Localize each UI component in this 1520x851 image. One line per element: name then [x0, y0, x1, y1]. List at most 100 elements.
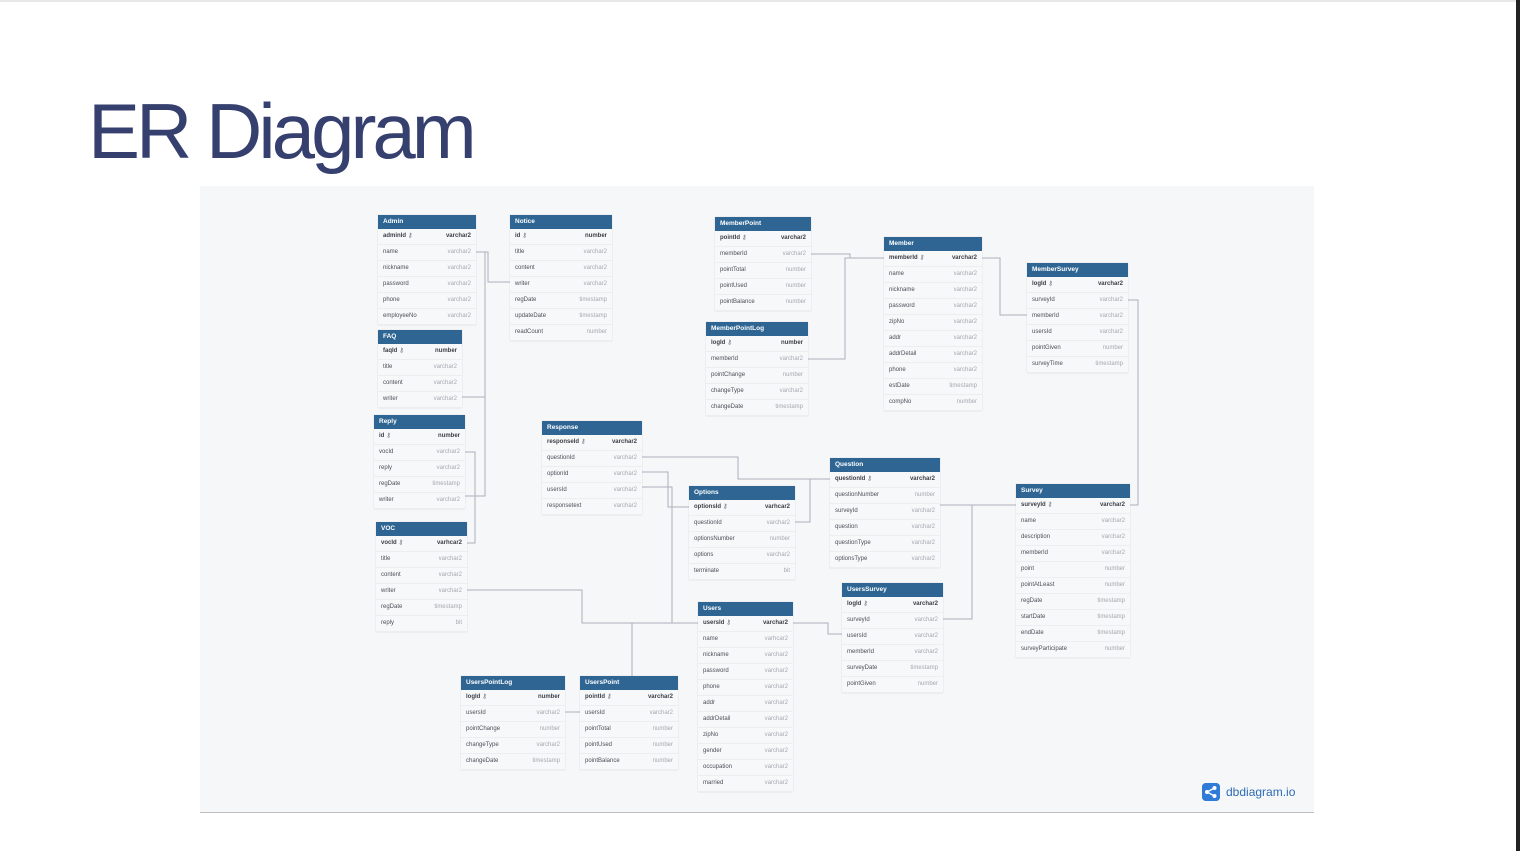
field-row[interactable]: description varchar2	[1016, 530, 1130, 546]
table-header[interactable]: Response	[542, 421, 642, 435]
table-faq[interactable]: FAQ faqId ⚷ number title varchar2 content varch…	[378, 330, 462, 408]
table-survey[interactable]: Survey surveyId ⚷ varchar2 name varchar2 descr…	[1016, 484, 1130, 658]
field-row[interactable]: content varchar2	[376, 568, 467, 584]
field-row[interactable]: memberId varchar2	[706, 352, 808, 368]
field-row[interactable]: changeType varchar2	[706, 384, 808, 400]
field-row[interactable]: regDate timestamp	[376, 600, 467, 616]
field-row[interactable]: pointTotal number	[715, 263, 811, 279]
table-header[interactable]: UsersSurvey	[842, 583, 943, 597]
table-header[interactable]: VOC	[376, 522, 467, 536]
field-row[interactable]: usersId varchar2	[842, 629, 943, 645]
field-row[interactable]: memberId varchar2	[842, 645, 943, 661]
field-row[interactable]: terminate bit	[689, 564, 795, 580]
field-row[interactable]: nickname varchar2	[884, 283, 982, 299]
field-row[interactable]: title varchar2	[376, 552, 467, 568]
table-question[interactable]: Question questionId ⚷ varchar2 questionNumbe…	[830, 458, 940, 568]
field-row[interactable]: regDate timestamp	[1016, 594, 1130, 610]
table-header[interactable]: Admin	[378, 215, 476, 229]
table-member-point-log[interactable]: MemberPointLog logId ⚷ number memberId varcha…	[706, 322, 808, 416]
field-row[interactable]: vocId varchar2	[374, 445, 465, 461]
field-row[interactable]: questionType varchar2	[830, 536, 940, 552]
field-row[interactable]: pointTotal number	[580, 722, 678, 738]
field-row[interactable]: gender varchar2	[698, 744, 793, 760]
field-row[interactable]: name varhcar2	[698, 632, 793, 648]
field-row[interactable]: pointChange number	[461, 722, 565, 738]
table-users-point[interactable]: UsersPoint pointId ⚷ varchar2 usersId varchar…	[580, 676, 678, 770]
field-row[interactable]: questionId varchar2	[542, 451, 642, 467]
field-row[interactable]: updateDate timestamp	[510, 309, 612, 325]
field-row[interactable]: pointGiven number	[1027, 341, 1128, 357]
field-row[interactable]: regDate timestamp	[510, 293, 612, 309]
primary-key-row[interactable]: vocId ⚷ varhcar2	[376, 536, 467, 552]
field-row[interactable]: memberId varchar2	[715, 247, 811, 263]
table-header[interactable]: MemberPointLog	[706, 322, 808, 336]
primary-key-row[interactable]: adminId ⚷ varchar2	[378, 229, 476, 245]
field-row[interactable]: readCount number	[510, 325, 612, 341]
field-row[interactable]: compNo number	[884, 395, 982, 411]
table-response[interactable]: Response responseId ⚷ varchar2 questionId var…	[542, 421, 642, 515]
field-row[interactable]: surveyParticipate number	[1016, 642, 1130, 658]
primary-key-row[interactable]: logId ⚷ varchar2	[1027, 277, 1128, 293]
field-row[interactable]: questionNumber number	[830, 488, 940, 504]
field-row[interactable]: pointUsed number	[715, 279, 811, 295]
field-row[interactable]: nickname varchar2	[698, 648, 793, 664]
table-header[interactable]: UsersPoint	[580, 676, 678, 690]
field-row[interactable]: surveyId varchar2	[842, 613, 943, 629]
primary-key-row[interactable]: responseId ⚷ varchar2	[542, 435, 642, 451]
table-header[interactable]: Question	[830, 458, 940, 472]
field-row[interactable]: pointBalance number	[580, 754, 678, 770]
field-row[interactable]: nickname varchar2	[378, 261, 476, 277]
primary-key-row[interactable]: questionId ⚷ varchar2	[830, 472, 940, 488]
field-row[interactable]: reply bit	[376, 616, 467, 632]
diagram-canvas[interactable]: dbdiagram.io Admin adminId ⚷ varchar2 name va…	[200, 186, 1314, 813]
field-row[interactable]: content varchar2	[378, 376, 462, 392]
table-member-survey[interactable]: MemberSurvey logId ⚷ varchar2 surveyId varcha…	[1027, 263, 1128, 373]
table-users[interactable]: Users usersId ⚷ varchar2 name varhcar2 nicknam…	[698, 602, 793, 792]
field-row[interactable]: name varchar2	[884, 267, 982, 283]
field-row[interactable]: title varchar2	[378, 360, 462, 376]
table-header[interactable]: Reply	[374, 415, 465, 429]
primary-key-row[interactable]: id ⚷ number	[510, 229, 612, 245]
field-row[interactable]: usersId varchar2	[542, 483, 642, 499]
table-header[interactable]: UsersPointLog	[461, 676, 565, 690]
table-header[interactable]: FAQ	[378, 330, 462, 344]
table-header[interactable]: Users	[698, 602, 793, 616]
field-row[interactable]: married varchar2	[698, 776, 793, 792]
field-row[interactable]: options varchar2	[689, 548, 795, 564]
primary-key-row[interactable]: faqId ⚷ number	[378, 344, 462, 360]
table-header[interactable]: Survey	[1016, 484, 1130, 498]
field-row[interactable]: changeType varchar2	[461, 738, 565, 754]
field-row[interactable]: addrDetail varchar2	[698, 712, 793, 728]
field-row[interactable]: writer varchar2	[374, 493, 465, 509]
primary-key-row[interactable]: pointId ⚷ varchar2	[715, 231, 811, 247]
field-row[interactable]: questionId varchar2	[689, 516, 795, 532]
primary-key-row[interactable]: optionsId ⚷ varhcar2	[689, 500, 795, 516]
primary-key-row[interactable]: logId ⚷ varchar2	[842, 597, 943, 613]
field-row[interactable]: content varchar2	[510, 261, 612, 277]
field-row[interactable]: addr varchar2	[698, 696, 793, 712]
field-row[interactable]: usersId varchar2	[461, 706, 565, 722]
primary-key-row[interactable]: id ⚷ number	[374, 429, 465, 445]
field-row[interactable]: phone varchar2	[378, 293, 476, 309]
field-row[interactable]: pointBalance number	[715, 295, 811, 311]
field-row[interactable]: usersId varchar2	[1027, 325, 1128, 341]
field-row[interactable]: writer varchar2	[378, 392, 462, 408]
field-row[interactable]: regDate timestamp	[374, 477, 465, 493]
field-row[interactable]: surveyDate timestamp	[842, 661, 943, 677]
field-row[interactable]: estDate timestamp	[884, 379, 982, 395]
field-row[interactable]: optionsNumber number	[689, 532, 795, 548]
primary-key-row[interactable]: logId ⚷ number	[706, 336, 808, 352]
table-header[interactable]: Options	[689, 486, 795, 500]
table-header[interactable]: Notice	[510, 215, 612, 229]
field-row[interactable]: endDate timestamp	[1016, 626, 1130, 642]
field-row[interactable]: changeDate timestamp	[461, 754, 565, 770]
field-row[interactable]: changeDate timestamp	[706, 400, 808, 416]
field-row[interactable]: memberId varchar2	[1027, 309, 1128, 325]
table-options[interactable]: Options optionsId ⚷ varhcar2 questionId varch…	[689, 486, 795, 580]
table-member-point[interactable]: MemberPoint pointId ⚷ varchar2 memberId varch…	[715, 217, 811, 311]
table-header[interactable]: Member	[884, 237, 982, 251]
field-row[interactable]: responsetext varchar2	[542, 499, 642, 515]
primary-key-row[interactable]: pointId ⚷ varchar2	[580, 690, 678, 706]
table-voc[interactable]: VOC vocId ⚷ varhcar2 title varchar2 content var…	[376, 522, 467, 632]
table-member[interactable]: Member memberId ⚷ varchar2 name varchar2 nickn…	[884, 237, 982, 411]
